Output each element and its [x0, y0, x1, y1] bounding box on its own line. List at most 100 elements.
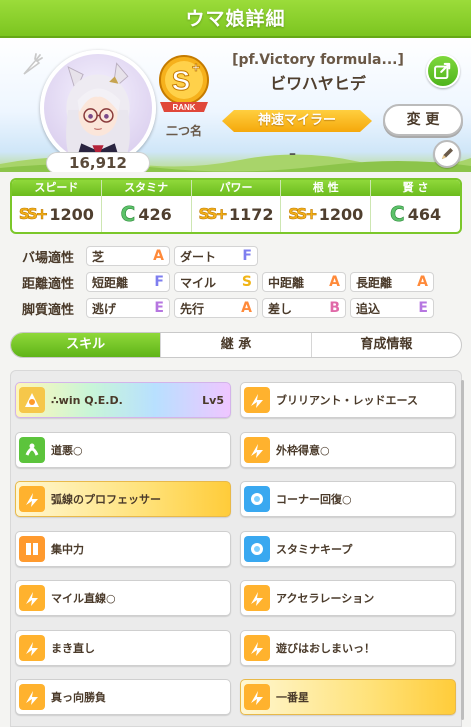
speed-skill-icon	[19, 684, 45, 710]
skill-level: Lv5	[202, 393, 224, 407]
speed-skill-icon	[244, 684, 270, 710]
page-title: ウマ娘詳細	[0, 0, 471, 38]
speed-skill-icon	[244, 585, 270, 611]
aptitude-cell: 中距離 A	[262, 272, 346, 292]
recovery-skill-icon	[244, 535, 270, 562]
skill-card[interactable]: 一番星	[240, 679, 456, 715]
skill-card[interactable]: まき直し	[15, 629, 231, 666]
skill-name: まき直し	[51, 641, 95, 655]
aptitude-cell: ダート F	[174, 246, 258, 266]
stats-panel: スピード SS+ 1200 スタミナ C 426 パワー SS+ 1172 根 性 S…	[10, 178, 462, 234]
skill-card[interactable]: 弧線のプロフェッサー	[15, 481, 231, 517]
stat-grade: SS+	[18, 205, 49, 224]
change-button[interactable]: 変 更	[383, 104, 463, 136]
aptitude-field-row: バ場適性 芝A ダート F	[22, 245, 462, 267]
skill-card[interactable]: 遊びはおしまいっ！	[240, 629, 456, 666]
aptitude-cell: 長距離 A	[350, 272, 434, 292]
rainbow-skill-icon	[19, 387, 45, 413]
gate-skill-icon	[19, 535, 45, 562]
stat-value: 426	[138, 204, 172, 224]
stat-grade: SS+	[198, 205, 228, 224]
skill-card[interactable]: 真っ向勝負	[15, 679, 231, 715]
skill-name: 集中力	[51, 542, 84, 556]
aptitude-cell: 短距離 F	[86, 272, 170, 292]
aptitude-label: 距離適性	[22, 276, 75, 292]
green-skill-icon	[19, 436, 45, 463]
skill-card[interactable]: コーナー回復○	[240, 481, 456, 517]
skill-name: 弧線のプロフェッサー	[51, 493, 161, 506]
tab-inheritance[interactable]: 継 承	[161, 333, 312, 357]
nickname-banner: 神速マイラー	[222, 110, 372, 132]
speed-skill-icon	[19, 585, 45, 611]
character-avatar	[66, 62, 130, 162]
skill-name: スタミナキープ	[276, 542, 353, 556]
aptitude-cell: 先行 A	[174, 298, 258, 318]
skill-card[interactable]: ∴win Q.E.D. Lv5	[15, 382, 231, 418]
skill-name: 外枠得意○	[276, 443, 330, 457]
stat-label: スタミナ	[101, 180, 191, 196]
stat-value: 1200	[49, 204, 94, 224]
skill-card[interactable]: アクセラレーション	[240, 580, 456, 616]
speed-skill-icon	[244, 634, 270, 661]
aptitude-label: バ場適性	[22, 250, 75, 266]
recovery-skill-icon	[244, 486, 270, 512]
skill-name: コーナー回復○	[276, 493, 352, 506]
pencil-icon	[441, 148, 453, 160]
stat-label: 賢 さ	[371, 180, 460, 196]
detail-tabs: スキル 継 承 育成情報	[10, 332, 462, 358]
stat-label: スピード	[12, 180, 101, 196]
speed-skill-icon	[19, 486, 45, 512]
tab-skills[interactable]: スキル	[11, 333, 162, 357]
rank-grade-letter: S	[172, 65, 191, 96]
stat-speed: スピード SS+ 1200	[12, 180, 102, 232]
skill-name: 一番星	[276, 691, 309, 704]
character-portrait	[40, 50, 156, 166]
aptitude-cell: 逃げ E	[86, 298, 170, 318]
aptitude-cell: 差し B	[262, 298, 346, 318]
svg-text:+: +	[192, 59, 200, 75]
skill-card[interactable]: マイル直線○	[15, 580, 231, 616]
skill-name: ∴win Q.E.D.	[51, 393, 123, 407]
skill-card[interactable]: 外枠得意○	[240, 431, 456, 468]
carrot-icon	[23, 53, 43, 75]
stat-label: パワー	[191, 180, 281, 196]
rank-badge: S + RANK	[159, 55, 209, 112]
stat-value: 1172	[228, 204, 274, 224]
skill-name: アクセラレーション	[276, 592, 375, 605]
stat-grade: C	[120, 202, 136, 227]
skill-card[interactable]: スタミナキープ	[240, 530, 456, 567]
stat-grade: SS+	[288, 205, 318, 224]
speed-skill-icon	[244, 436, 270, 463]
skills-scrollbar[interactable]	[461, 380, 464, 720]
aptitude-style-row: 脚質適性 逃げ E 先行 A 差し B 追込 E	[22, 297, 462, 319]
stat-stamina: スタミナ C 426	[101, 180, 192, 232]
stat-grade: C	[390, 202, 405, 227]
skill-card[interactable]: 集中力	[15, 530, 231, 567]
share-button[interactable]	[426, 54, 460, 88]
skill-card[interactable]: 道悪○	[15, 431, 231, 468]
skill-card[interactable]: ブリリアント・レッドエース	[240, 382, 456, 418]
fan-count: 16,912	[46, 152, 150, 172]
character-name: ビワハヤヒデ	[270, 74, 366, 93]
title-label: 二つ名	[165, 124, 202, 138]
share-icon	[434, 62, 451, 80]
stat-guts: 根 性 SS+ 1200	[281, 180, 372, 232]
speed-skill-icon	[244, 387, 270, 413]
skill-name: マイル直線○	[51, 592, 116, 605]
sub-text: –	[289, 146, 296, 162]
edit-button[interactable]	[433, 140, 461, 168]
aptitude-distance-row: 距離適性 短距離 F マイル S 中距離 A 長距離 A	[22, 271, 462, 293]
stat-power: パワー SS+ 1172	[191, 180, 282, 232]
aptitude-cell: 芝A	[86, 246, 170, 266]
profile-header: 16,912 S + RANK 二つ名 [pf.Victory formula.…	[0, 38, 471, 172]
skill-name: 真っ向勝負	[51, 691, 106, 704]
aptitude-cell: マイル S	[174, 272, 258, 292]
speed-skill-icon	[19, 634, 45, 661]
rank-label: RANK	[172, 103, 195, 112]
skill-name: 遊びはおしまいっ！	[276, 641, 375, 655]
stat-value: 464	[407, 204, 442, 224]
tab-training-info[interactable]: 育成情報	[312, 333, 461, 357]
aptitude-label: 脚質適性	[22, 302, 75, 318]
skill-name: 道悪○	[51, 443, 83, 457]
stat-label: 根 性	[281, 180, 371, 196]
